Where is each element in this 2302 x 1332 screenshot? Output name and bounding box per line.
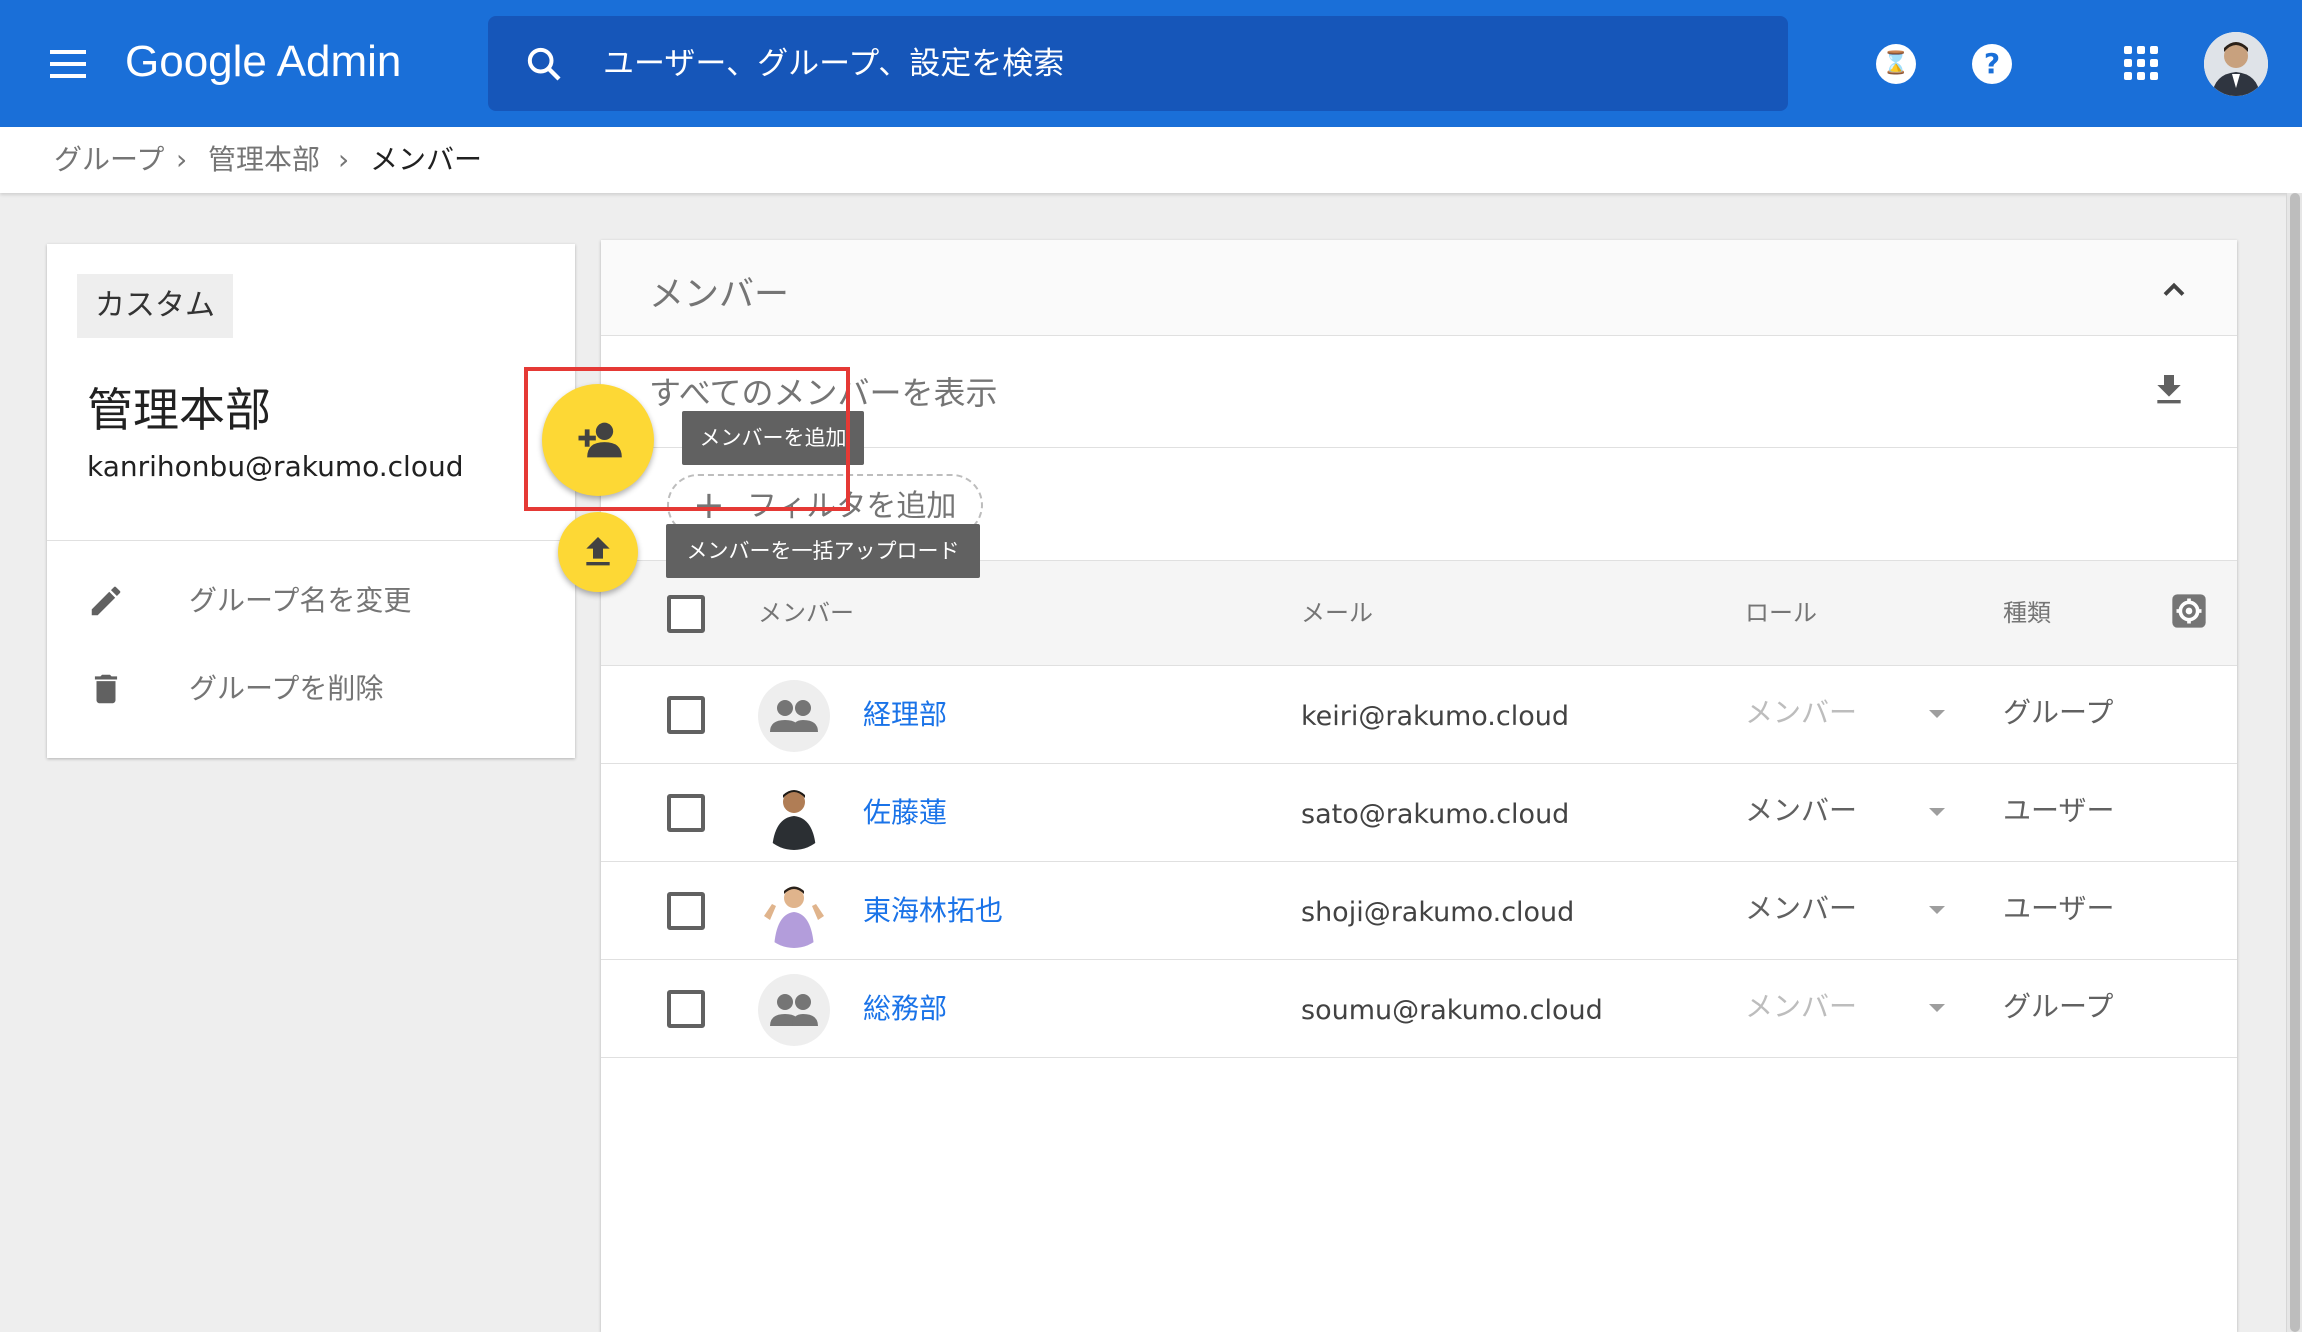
breadcrumb-group-name[interactable]: 管理本部 — [208, 141, 320, 179]
caret-down-icon[interactable] — [1925, 898, 1949, 922]
member-kind: グループ — [2003, 990, 2114, 1023]
account-avatar[interactable] — [2204, 32, 2268, 96]
group-icon — [758, 680, 830, 752]
bulk-upload-tooltip: メンバーを一括アップロード — [666, 524, 980, 578]
member-name-link[interactable]: 総務部 — [863, 990, 947, 1028]
member-name-link[interactable]: 経理部 — [863, 696, 947, 734]
table-row[interactable]: 東海林拓也 shoji@rakumo.cloud メンバー ユーザー — [601, 862, 2237, 960]
member-email: soumu@rakumo.cloud — [1301, 995, 1603, 1026]
table-row[interactable]: 経理部 keiri@rakumo.cloud メンバー グループ — [601, 666, 2237, 764]
search-box[interactable] — [488, 16, 1788, 111]
row-checkbox[interactable] — [667, 990, 705, 1028]
table-row[interactable]: 佐藤蓮 sato@rakumo.cloud メンバー ユーザー — [601, 764, 2237, 862]
member-role[interactable]: メンバー — [1745, 792, 1857, 830]
group-type-chip: カスタム — [77, 274, 233, 338]
apps-grid-icon[interactable] — [2124, 46, 2158, 80]
user-photo-avatar — [758, 876, 830, 948]
group-name: 管理本部 — [87, 383, 271, 437]
column-header-kind[interactable]: 種類 — [2003, 597, 2051, 629]
pencil-icon — [91, 586, 121, 616]
caret-down-icon[interactable] — [1925, 702, 1949, 726]
column-header-email[interactable]: メール — [1301, 597, 1373, 629]
search-icon — [527, 47, 561, 81]
member-role[interactable]: メンバー — [1745, 890, 1857, 928]
members-card-title: メンバー — [649, 275, 790, 315]
member-role[interactable]: メンバー — [1745, 988, 1857, 1026]
scrollbar[interactable] — [2286, 193, 2302, 1332]
member-role[interactable]: メンバー — [1745, 694, 1857, 732]
delete-group-button[interactable]: グループを削除 — [87, 658, 547, 718]
hourglass-icon[interactable]: ⌛ — [1876, 44, 1916, 84]
caret-down-icon[interactable] — [1925, 800, 1949, 824]
rename-group-button[interactable]: グループ名を変更 — [87, 570, 547, 630]
highlight-annotation-box — [524, 367, 850, 511]
member-name-link[interactable]: 佐藤蓮 — [863, 794, 947, 832]
member-kind: ユーザー — [2003, 794, 2115, 827]
breadcrumb-current: メンバー — [370, 143, 483, 176]
breadcrumb: グループ › 管理本部 › メンバー — [0, 127, 2302, 193]
select-all-checkbox[interactable] — [667, 595, 705, 633]
row-checkbox[interactable] — [667, 892, 705, 930]
bulk-upload-fab[interactable] — [558, 512, 638, 592]
chevron-up-icon[interactable] — [2156, 272, 2192, 308]
rename-group-label: グループ名を変更 — [189, 584, 412, 617]
column-header-role[interactable]: ロール — [1745, 597, 1817, 629]
member-kind: ユーザー — [2003, 892, 2115, 925]
member-email: sato@rakumo.cloud — [1301, 799, 1570, 830]
scrollbar-thumb[interactable] — [2290, 193, 2300, 1332]
user-photo-avatar — [758, 778, 830, 850]
column-header-member[interactable]: メンバー — [758, 597, 854, 629]
top-app-bar: Google Admin ⌛ ? — [0, 0, 2302, 127]
group-info-card: カスタム 管理本部 kanrihonbu@rakumo.cloud グループ名を… — [47, 244, 575, 758]
delete-group-label: グループを削除 — [189, 672, 384, 705]
member-kind: グループ — [2003, 696, 2114, 729]
members-card-header: メンバー — [601, 240, 2237, 336]
member-name-link[interactable]: 東海林拓也 — [863, 892, 1003, 930]
row-checkbox[interactable] — [667, 696, 705, 734]
group-icon — [758, 974, 830, 1046]
breadcrumb-separator: › — [176, 143, 188, 176]
download-icon[interactable] — [2149, 370, 2189, 410]
divider — [47, 540, 575, 541]
search-input[interactable] — [603, 16, 1753, 111]
upload-icon — [586, 537, 610, 566]
gear-icon[interactable] — [2169, 591, 2209, 631]
main-menu-icon[interactable] — [46, 44, 90, 84]
breadcrumb-groups[interactable]: グループ — [54, 141, 164, 179]
trash-icon — [94, 674, 118, 704]
group-email: kanrihonbu@rakumo.cloud — [87, 450, 464, 483]
member-email: shoji@rakumo.cloud — [1301, 897, 1575, 928]
table-row[interactable]: 総務部 soumu@rakumo.cloud メンバー グループ — [601, 960, 2237, 1058]
member-email: keiri@rakumo.cloud — [1301, 701, 1569, 732]
caret-down-icon[interactable] — [1925, 996, 1949, 1020]
app-brand[interactable]: Google Admin — [125, 32, 401, 92]
breadcrumb-separator: › — [338, 143, 350, 176]
help-icon[interactable]: ? — [1972, 44, 2012, 84]
row-checkbox[interactable] — [667, 794, 705, 832]
